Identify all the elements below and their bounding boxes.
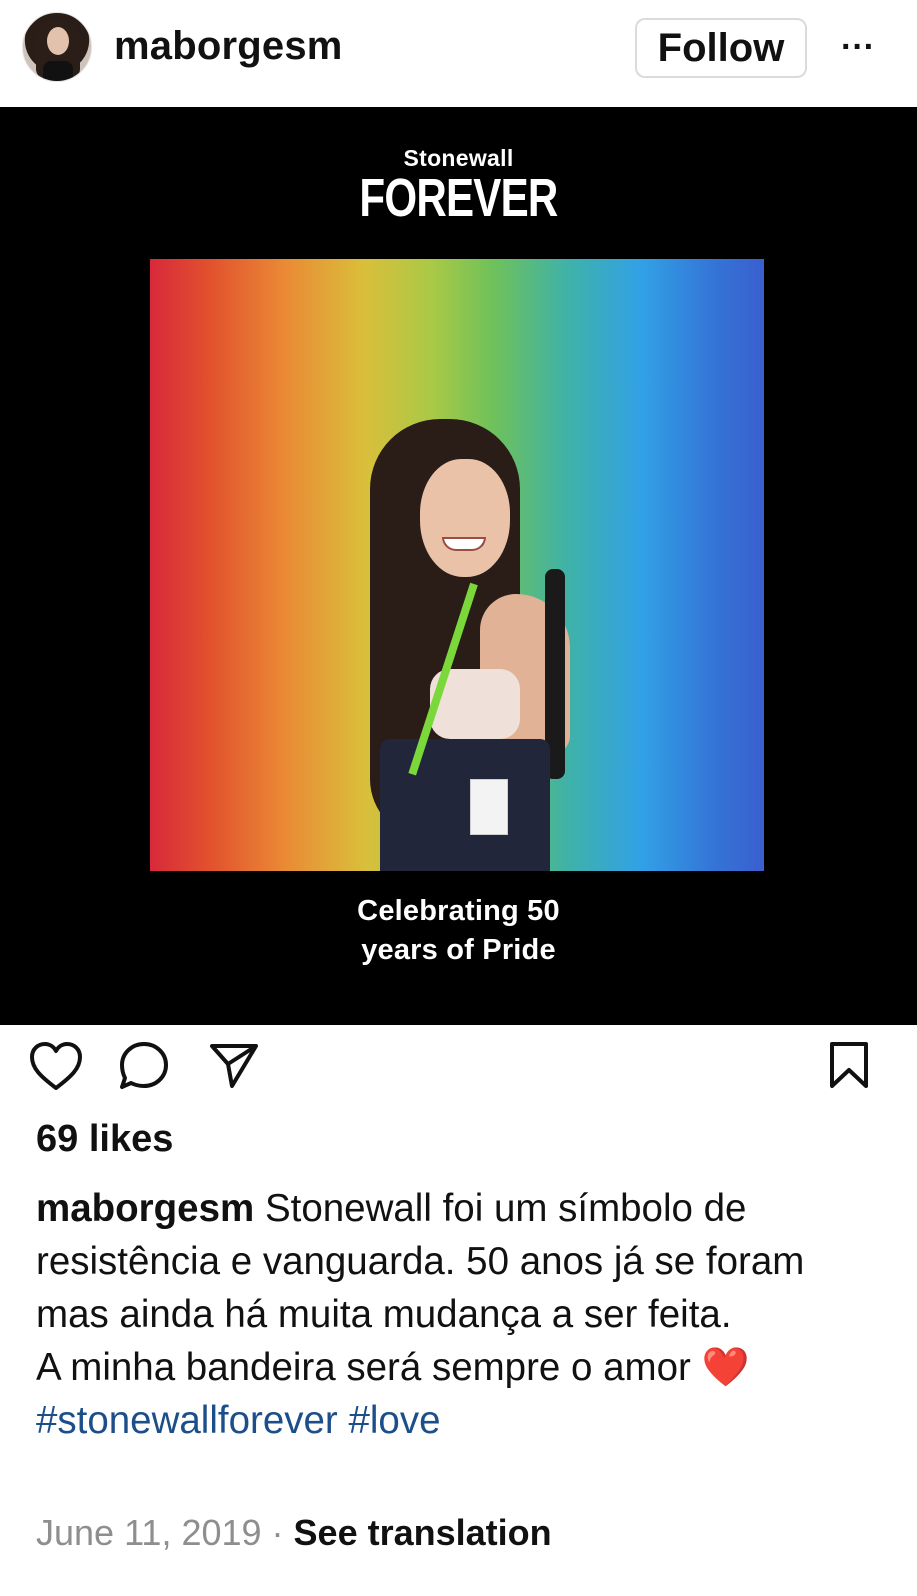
heart-emoji-icon: ❤️	[701, 1346, 750, 1389]
see-translation-link[interactable]: See translation	[294, 1512, 552, 1553]
avatar[interactable]	[22, 12, 92, 82]
post-image[interactable]: Stonewall FOREVER Celebrating 50 years o…	[0, 107, 917, 1025]
post-meta: June 11, 2019 · See translation	[36, 1512, 552, 1554]
brand-subtitle: FOREVER	[359, 168, 558, 228]
rainbow-photo-frame	[150, 259, 764, 871]
hashtag-stonewallforever[interactable]: #stonewallforever	[36, 1399, 338, 1442]
username[interactable]: maborgesm	[114, 24, 343, 69]
like-icon[interactable]	[28, 1040, 86, 1100]
image-caption-line1: Celebrating 50	[357, 895, 560, 927]
share-icon[interactable]	[208, 1040, 264, 1100]
more-options-icon[interactable]: ···	[838, 30, 878, 64]
follow-button[interactable]: Follow	[635, 18, 807, 78]
post-date: June 11, 2019	[36, 1512, 262, 1553]
comment-icon[interactable]	[118, 1040, 174, 1100]
image-caption-line2: years of Pride	[361, 934, 556, 966]
separator-dot: ·	[271, 1512, 284, 1553]
post-caption: maborgesm Stonewall foi um símbolo de re…	[36, 1182, 886, 1447]
likes-count[interactable]: 69 likes	[36, 1118, 173, 1161]
person-photo	[360, 419, 580, 871]
post-header: maborgesm Follow ···	[0, 0, 917, 107]
caption-text-2: A minha bandeira será sempre o amor	[36, 1346, 691, 1389]
caption-username[interactable]: maborgesm	[36, 1187, 254, 1230]
hashtag-love[interactable]: #love	[348, 1399, 440, 1442]
bookmark-icon[interactable]	[826, 1040, 876, 1100]
